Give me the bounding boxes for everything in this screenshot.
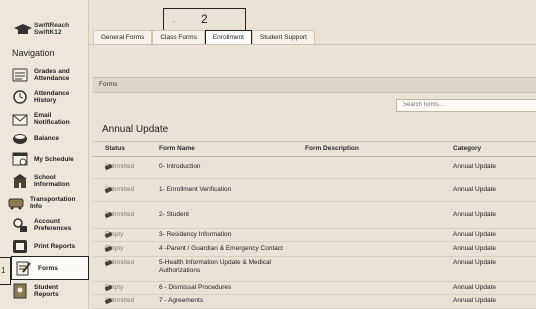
status-cell: Submitted	[104, 211, 134, 218]
form-name-link[interactable]: 1- Enrollment Verification	[159, 186, 231, 194]
category-cell: Annual Update	[453, 245, 497, 252]
form-name-link[interactable]: 4 -Parent / Guardian & Emergency Contact	[159, 245, 283, 253]
step-marker-1: 1	[0, 257, 11, 285]
tab-student-support[interactable]: Student Support	[251, 30, 315, 44]
table-row[interactable]: Submitted 0- Introduction Annual Update	[93, 156, 536, 179]
tab-general-forms[interactable]: General Forms	[93, 30, 153, 44]
form-name-link[interactable]: 3- Residency Information	[159, 231, 231, 239]
form-name-link[interactable]: 2- Student	[159, 211, 189, 219]
history-clock-icon	[13, 90, 27, 104]
status-cell: Empty	[104, 284, 123, 291]
status-cell: Submitted	[104, 297, 134, 304]
column-header-form-description[interactable]: Form Description	[305, 142, 359, 156]
sidebar-item-label: Attendance History	[34, 90, 70, 104]
form-tabs: General Forms Class Forms Enrollment Stu…	[93, 30, 315, 44]
printer-icon	[13, 240, 27, 253]
sidebar-item-student-reports[interactable]: Student Reports	[12, 280, 86, 302]
status-cell: Submitted	[104, 259, 134, 266]
sidebar-item-attendance-history[interactable]: Attendance History	[12, 86, 86, 108]
form-name-link[interactable]: 0- Introduction	[159, 163, 201, 171]
category-cell: Annual Update	[453, 259, 497, 266]
preferences-icon	[13, 218, 27, 232]
envelope-icon	[12, 114, 28, 126]
bus-icon	[8, 198, 24, 210]
school-building-icon	[13, 174, 27, 188]
navigation-title: Navigation	[12, 48, 55, 58]
tick-mark: -	[173, 19, 175, 25]
sidebar-item-account-preferences[interactable]: Account Preferences	[12, 214, 86, 236]
sidebar-item-label: School Information	[34, 174, 70, 188]
status-cell: Empty	[104, 245, 123, 252]
wallet-icon	[13, 134, 27, 144]
sidebar-item-label: Account Preferences	[34, 218, 72, 232]
status-cell: Submitted	[104, 186, 134, 193]
schedule-icon	[12, 152, 28, 166]
sidebar-item-label: Forms	[38, 264, 58, 272]
section-title: Annual Update	[102, 124, 169, 135]
table-row[interactable]: Submitted 5-Health Information Update & M…	[93, 256, 536, 282]
column-header-form-name[interactable]: Form Name	[159, 142, 195, 156]
status-cell: Submitted	[104, 163, 134, 170]
table-row[interactable]: Submitted 7 - Agreements Annual Update	[93, 294, 536, 309]
sidebar-item-print-reports[interactable]: Print Reports	[12, 235, 86, 257]
category-cell: Annual Update	[453, 211, 497, 218]
category-cell: Annual Update	[453, 231, 497, 238]
step-marker-2: 2	[201, 12, 208, 26]
tab-class-forms[interactable]: Class Forms	[152, 30, 205, 44]
sidebar-item-grades-attendance[interactable]: Grades and Attendance	[12, 64, 86, 86]
form-name-link[interactable]: 5-Health Information Update & Medical Aut…	[159, 259, 271, 275]
table-row[interactable]: Empty 3- Residency Information Annual Upda…	[93, 228, 536, 242]
table-row[interactable]: Empty 6 - Dismissal Procedures Annual Upda…	[93, 281, 536, 295]
tabs-divider	[88, 44, 536, 45]
column-header-category[interactable]: Category	[453, 142, 481, 156]
category-cell: Annual Update	[453, 297, 497, 304]
forms-edit-icon	[16, 261, 31, 276]
sidebar-item-label: Grades and Attendance	[34, 68, 70, 82]
sidebar-item-balance[interactable]: Balance	[12, 127, 86, 149]
category-cell: Annual Update	[453, 163, 497, 170]
student-report-icon	[13, 283, 27, 299]
tab-enrollment[interactable]: Enrollment	[204, 30, 252, 44]
table-row[interactable]: Empty 4 -Parent / Guardian & Emergency Co…	[93, 241, 536, 257]
search-forms-input[interactable]	[396, 99, 536, 112]
table-row[interactable]: Submitted 1- Enrollment Verification Annua…	[93, 179, 536, 202]
sidebar-item-label: Email Notification	[34, 112, 70, 126]
sidebar-item-label: Balance	[34, 134, 59, 142]
form-name-link[interactable]: 7 - Agreements	[159, 297, 203, 305]
category-cell: Annual Update	[453, 284, 497, 291]
category-cell: Annual Update	[453, 186, 497, 193]
graduation-cap-icon	[14, 24, 32, 34]
column-header-status[interactable]: Status	[105, 142, 125, 156]
forms-header-bar: Forms	[93, 77, 536, 93]
sidebar-item-label: Student Reports	[34, 284, 59, 298]
gradebook-icon	[12, 68, 28, 82]
sidebar-item-transportation-info[interactable]: Transportation Info	[8, 192, 82, 214]
sidebar-item-forms[interactable]: Forms	[11, 256, 89, 280]
logo-text: SwiftReach SwiftK12	[34, 22, 70, 36]
sidebar-item-label: Transportation Info	[30, 196, 76, 210]
status-cell: Empty	[104, 231, 123, 238]
table-header: Status Form Name Form Description Catego…	[93, 141, 536, 157]
sidebar-item-label: My Schedule	[34, 155, 74, 163]
sidebar-item-my-schedule[interactable]: My Schedule	[12, 148, 86, 170]
form-name-link[interactable]: 6 - Dismissal Procedures	[159, 284, 231, 292]
sidebar-item-school-information[interactable]: School Information	[12, 170, 86, 192]
table-row[interactable]: Submitted 2- Student Annual Update	[93, 201, 536, 229]
sidebar-item-label: Print Reports	[34, 242, 76, 250]
app-logo[interactable]: SwiftReach SwiftK12	[14, 22, 84, 40]
sidebar: SwiftReach SwiftK12 Navigation Grades an…	[0, 0, 89, 309]
main-content: - 2 General Forms Class Forms Enrollment…	[88, 0, 536, 309]
